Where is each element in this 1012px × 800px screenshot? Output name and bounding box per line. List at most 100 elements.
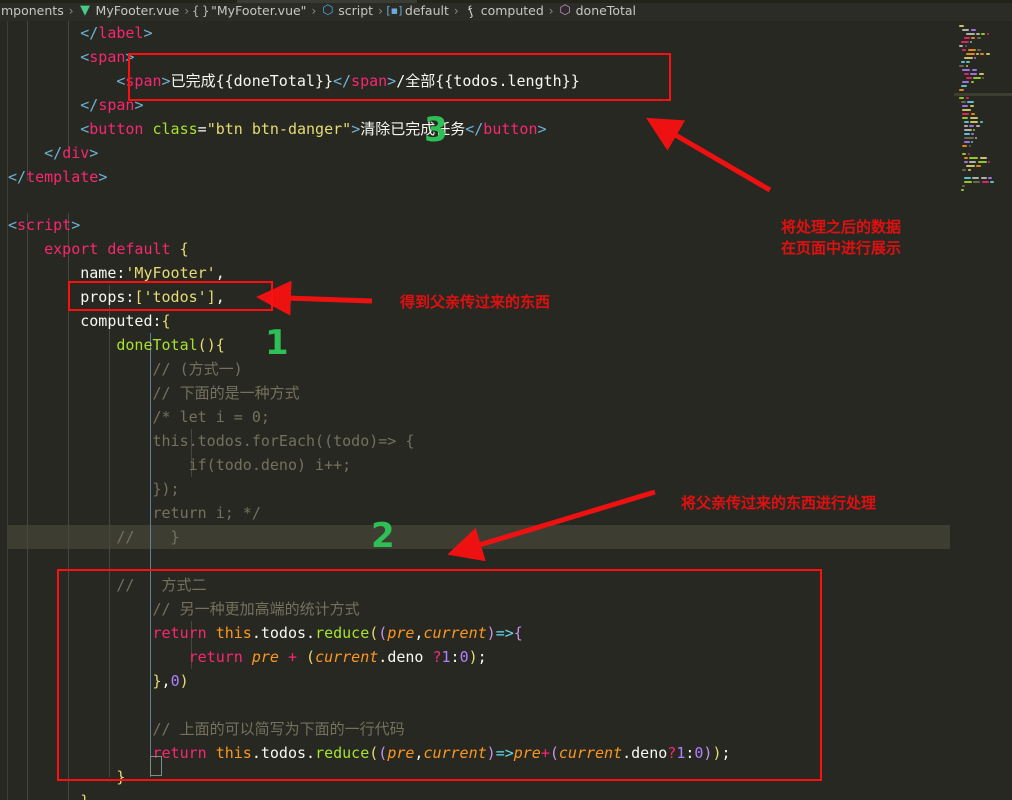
minimap-line xyxy=(969,161,977,163)
minimap-line xyxy=(980,177,987,179)
breadcrumb-item--myfooter-vue-[interactable]: { } "MyFooter.vue" xyxy=(192,3,307,18)
minimap[interactable] xyxy=(954,21,1012,800)
minimap-line xyxy=(969,105,974,107)
module-icon: ⬡ xyxy=(322,3,334,18)
minimap-line xyxy=(969,157,979,159)
minimap-line xyxy=(962,113,970,115)
code-line[interactable]: return pre + (current.deno ?1:0); xyxy=(8,645,487,669)
minimap-line xyxy=(976,37,981,39)
code-line[interactable]: doneTotal(){ xyxy=(8,333,224,357)
tab-strip xyxy=(0,0,1012,3)
minimap-line xyxy=(964,57,973,59)
code-line[interactable]: } xyxy=(8,765,125,789)
export-icon: [▪] xyxy=(386,4,403,17)
code-line[interactable]: },0) xyxy=(8,669,189,693)
breadcrumb[interactable]: mponents › ▼ MyFooter.vue ›{ } "MyFooter.vue"… xyxy=(0,0,1012,21)
code-line[interactable]: // 下面的是一种方式 xyxy=(8,381,300,405)
code-line[interactable]: computed:{ xyxy=(8,309,170,333)
minimap-line xyxy=(964,133,970,135)
minimap-line xyxy=(966,61,971,63)
code-line[interactable]: if(todo.deno) i++; xyxy=(8,453,352,477)
minimap-line xyxy=(980,53,985,55)
code-line[interactable]: }); xyxy=(8,477,180,501)
minimap-line xyxy=(971,141,974,143)
minimap-line xyxy=(962,117,969,119)
code-line[interactable]: // (方式一) xyxy=(8,357,243,381)
code-line[interactable]: return this.todos.reduce((pre,current)=>… xyxy=(8,621,523,645)
minimap-line xyxy=(959,65,965,67)
code-line[interactable]: return this.todos.reduce((pre,current)=>… xyxy=(8,741,731,765)
breadcrumb-item-default[interactable]: [▪] default xyxy=(386,3,450,18)
minimap-line xyxy=(960,61,965,63)
minimap-line xyxy=(970,41,973,43)
minimap-line xyxy=(962,169,967,171)
minimap-line xyxy=(965,65,968,67)
breadcrumb-label: computed xyxy=(480,3,544,18)
code-line[interactable]: // 另一种更加高端的统计方式 xyxy=(8,597,360,621)
breadcrumb-label: default xyxy=(404,3,449,18)
code-line[interactable]: // } xyxy=(8,525,179,549)
minimap-line xyxy=(972,177,980,179)
code-line[interactable]: <button class="btn btn-danger">清除已完成任务</… xyxy=(8,117,546,141)
minimap-line xyxy=(973,129,976,131)
code-line[interactable]: </label> xyxy=(8,21,152,45)
minimap-current-line xyxy=(954,93,1012,96)
minimap-line xyxy=(962,69,971,71)
minimap-line xyxy=(967,101,975,103)
tab-myfooter-vue[interactable] xyxy=(237,0,417,3)
minimap-line xyxy=(964,161,968,163)
minimap-line xyxy=(986,33,989,35)
breadcrumb-label: MyFooter.vue xyxy=(95,3,180,18)
minimap-line xyxy=(976,165,981,167)
minimap-line xyxy=(967,153,970,155)
code-line[interactable]: name:'MyFooter', xyxy=(8,261,225,285)
breadcrumb-item-mponents[interactable]: mponents xyxy=(0,3,65,18)
property-icon: ƒ xyxy=(465,3,475,18)
breadcrumb-label: script xyxy=(338,3,374,18)
code-line[interactable]: <span> xyxy=(8,45,134,69)
minimap-line xyxy=(974,57,977,59)
minimap-line xyxy=(969,125,975,127)
minimap-line xyxy=(981,33,986,35)
minimap-line xyxy=(970,73,978,75)
minimap-line xyxy=(990,181,995,183)
code-line[interactable]: /* let i = 0; xyxy=(8,405,270,429)
breadcrumb-separator: › xyxy=(378,3,383,18)
code-line[interactable]: </template> xyxy=(8,165,107,189)
minimap-line xyxy=(964,121,969,123)
breadcrumb-item-donetotal[interactable]: ⬡ doneTotal xyxy=(558,3,637,18)
code-line[interactable]: <span>已完成{{doneTotal}}</span>/全部{{todos.… xyxy=(8,69,579,93)
minimap-line xyxy=(964,137,974,139)
code-line[interactable]: export default { xyxy=(8,237,189,261)
code-line[interactable]: // 上面的可以简写为下面的一行代码 xyxy=(8,717,405,741)
code-line[interactable]: </span> xyxy=(8,93,143,117)
minimap-line xyxy=(962,185,966,187)
code-line[interactable]: this.todos.forEach((todo)=> { xyxy=(8,429,415,453)
minimap-line xyxy=(964,157,968,159)
code-line[interactable]: } xyxy=(8,789,89,800)
breadcrumb-item-computed[interactable]: ƒ computed xyxy=(463,3,545,18)
minimap-line xyxy=(964,177,971,179)
minimap-line xyxy=(960,101,966,103)
breadcrumb-item-myfooter-vue[interactable]: ▼ MyFooter.vue xyxy=(78,3,181,18)
minimap-line xyxy=(960,189,964,191)
minimap-line xyxy=(970,81,974,83)
code-line[interactable]: // 方式二 xyxy=(8,573,206,597)
breadcrumb-separator: › xyxy=(184,3,190,18)
minimap-line xyxy=(976,33,980,35)
code-line[interactable]: </div> xyxy=(8,141,98,165)
breadcrumb-separator: › xyxy=(548,3,554,18)
code-line[interactable]: <script> xyxy=(8,213,80,237)
minimap-line xyxy=(982,77,985,79)
code-editor-surface[interactable]: </label> <span> <span>已完成{{doneTotal}}</… xyxy=(0,21,1012,800)
minimap-line xyxy=(971,37,976,39)
minimap-line xyxy=(967,49,976,51)
code-line[interactable]: return i; */ xyxy=(8,501,261,525)
breadcrumb-item-script[interactable]: ⬡ script xyxy=(320,3,374,18)
minimap-line xyxy=(962,81,970,83)
code-line[interactable]: props:['todos'], xyxy=(8,285,225,309)
minimap-line xyxy=(960,41,969,43)
minimap-line xyxy=(979,121,983,123)
vue-icon: ▼ xyxy=(80,3,91,18)
minimap-line xyxy=(965,53,975,55)
